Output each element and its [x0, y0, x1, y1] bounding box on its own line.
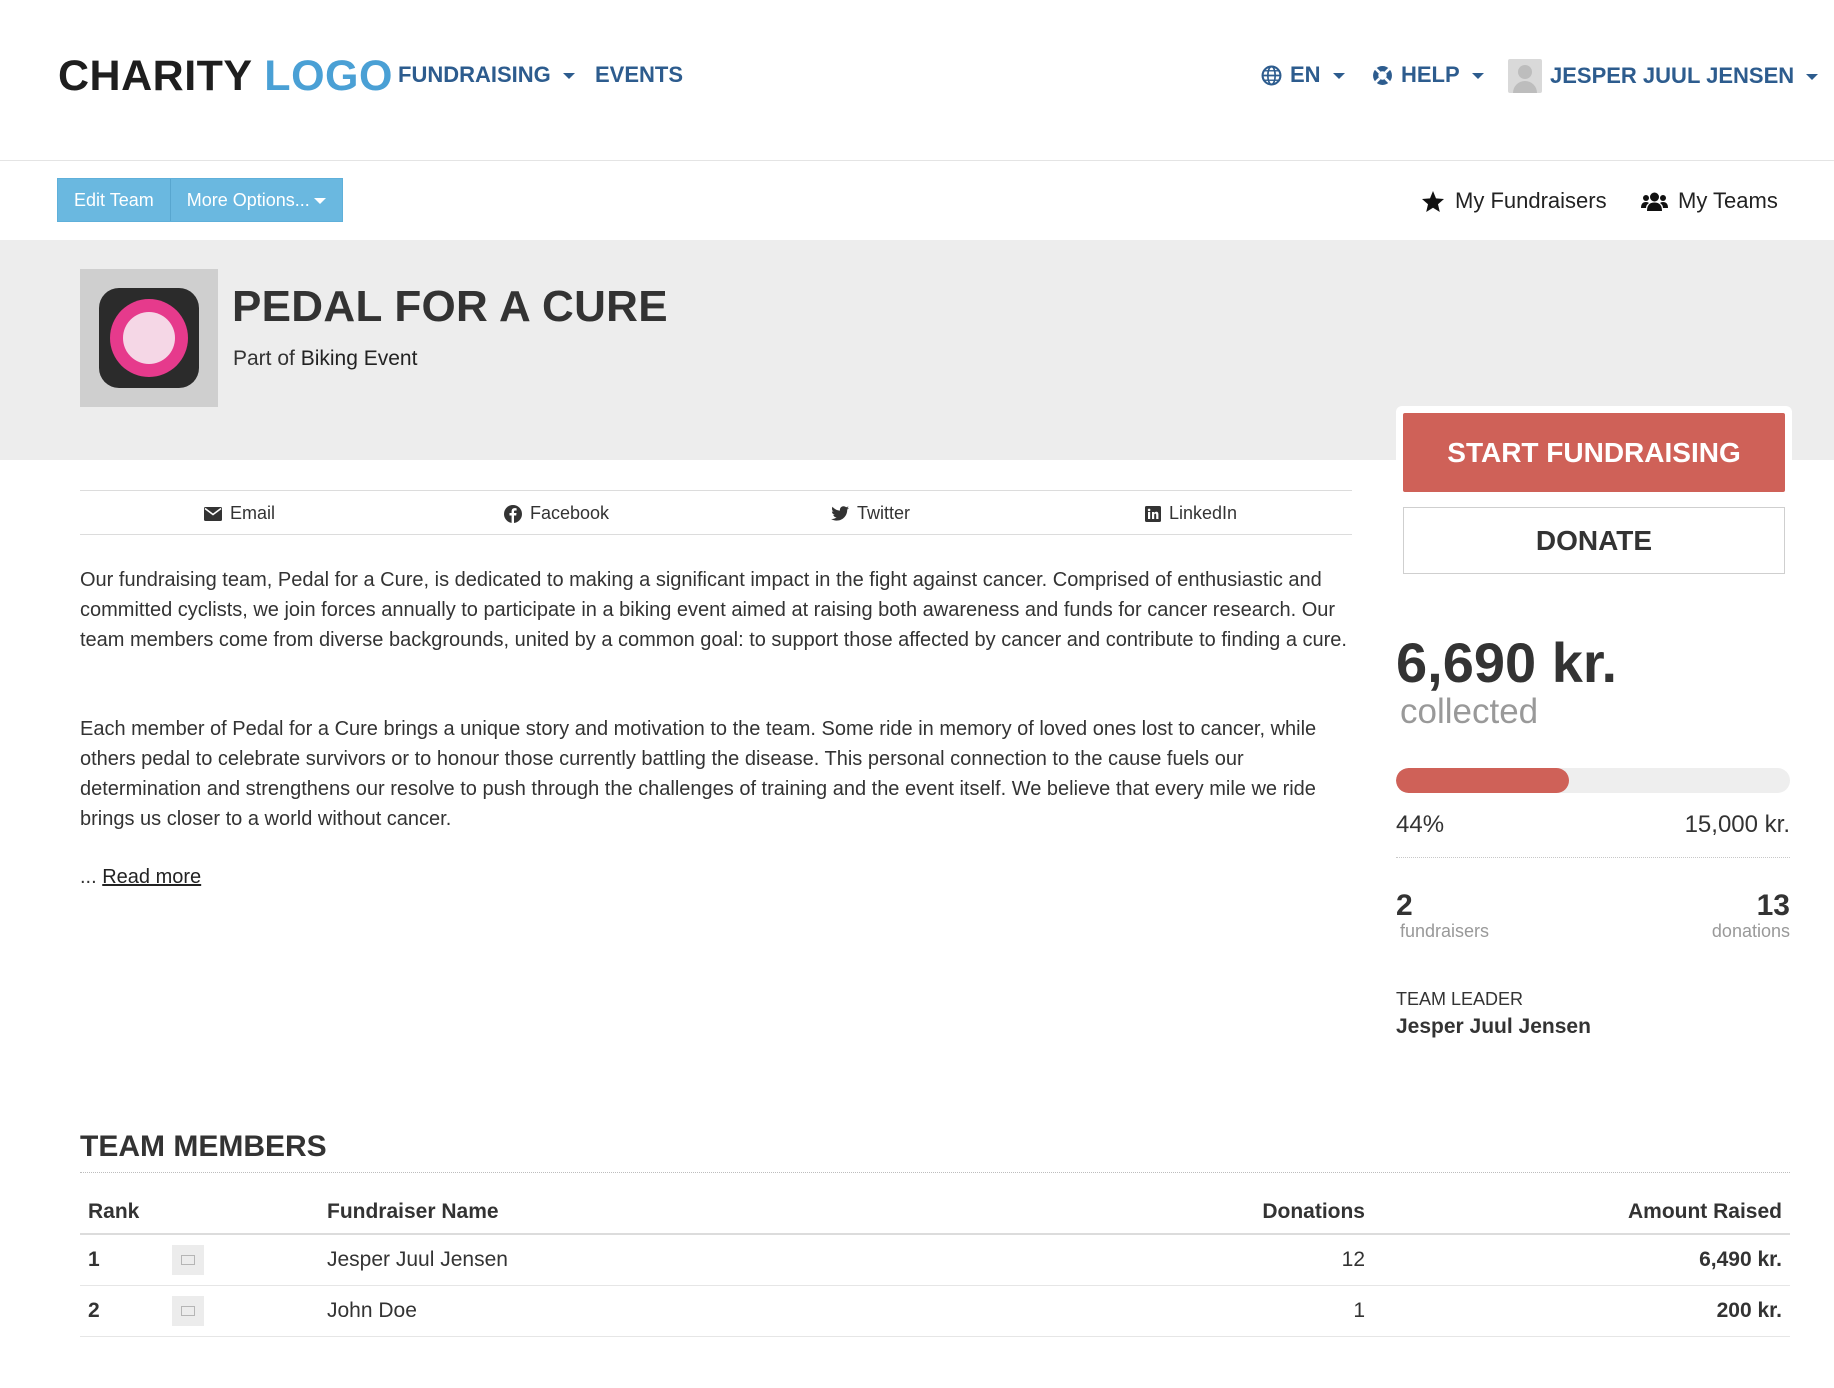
team-logo-badge	[99, 288, 199, 388]
team-members-table: Rank Fundraiser Name Donations Amount Ra…	[80, 1190, 1790, 1337]
column-header-avatar	[164, 1190, 319, 1235]
member-rank: 2	[80, 1285, 164, 1337]
share-linkedin-button[interactable]: LinkedIn	[1145, 503, 1237, 524]
edit-team-button[interactable]: Edit Team	[58, 179, 170, 221]
table-header-row: Rank Fundraiser Name Donations Amount Ra…	[80, 1190, 1790, 1235]
linkedin-icon	[1145, 505, 1161, 522]
team-members-divider	[80, 1172, 1790, 1173]
users-icon	[1641, 191, 1668, 212]
my-fundraisers-label: My Fundraisers	[1455, 188, 1607, 213]
facebook-icon	[504, 504, 522, 523]
donations-label: donations	[1711, 921, 1790, 941]
language-dropdown[interactable]: EN	[1261, 62, 1345, 88]
start-fundraising-button[interactable]: START FUNDRAISING	[1403, 413, 1785, 492]
share-email-button[interactable]: Email	[204, 503, 275, 524]
my-teams-link[interactable]: My Teams	[1641, 188, 1778, 214]
read-more-line: ... Read more	[80, 866, 201, 889]
team-logo-image	[80, 269, 218, 407]
column-header-donations[interactable]: Donations	[919, 1190, 1373, 1235]
progress-fill	[1396, 768, 1570, 793]
team-description-paragraph: Each member of Pedal for a Cure brings a…	[80, 718, 1317, 830]
user-avatar	[1508, 59, 1542, 93]
chevron-down-icon	[1806, 74, 1819, 80]
my-fundraisers-link[interactable]: My Fundraisers	[1421, 188, 1607, 214]
member-rank: 1	[80, 1234, 164, 1286]
collected-label: collected	[1400, 692, 1539, 731]
team-event-line: Part of Biking Event	[233, 347, 417, 371]
envelope-icon	[204, 506, 222, 521]
share-linkedin-label: LinkedIn	[1169, 503, 1238, 523]
collected-amount: 6,690 kr.	[1396, 631, 1618, 694]
image-placeholder-icon	[172, 1295, 204, 1326]
nav-events-link[interactable]: EVENTS	[595, 62, 683, 88]
member-donations: 12	[919, 1234, 1373, 1286]
progress-percent: 44%	[1396, 811, 1445, 838]
nav-fundraising-dropdown[interactable]: FUNDRAISING	[398, 62, 575, 88]
donations-count: 13	[1756, 889, 1790, 922]
donate-button[interactable]: DONATE	[1403, 507, 1785, 574]
part-of-prefix: Part of	[233, 347, 295, 370]
fundraisers-label: fundraisers	[1400, 921, 1490, 941]
logo-text-dark: CHARITY	[58, 52, 252, 100]
stats-divider	[1396, 857, 1790, 858]
language-label: EN	[1290, 62, 1321, 87]
team-logo-wheel	[110, 299, 188, 377]
team-leader-label: TEAM LEADER	[1396, 989, 1524, 1009]
star-icon	[1421, 190, 1445, 213]
share-email-label: Email	[230, 503, 276, 523]
nav-events-label: EVENTS	[595, 62, 684, 87]
share-facebook-button[interactable]: Facebook	[504, 503, 609, 524]
share-bar: Email Facebook Twitter LinkedIn	[80, 490, 1352, 535]
read-more-ellipsis: ...	[80, 866, 97, 888]
team-leader-name: Jesper Juul Jensen	[1396, 1015, 1591, 1038]
table-row[interactable]: 2 John Doe 1 200 kr.	[80, 1285, 1790, 1337]
more-options-dropdown[interactable]: More Options...	[169, 179, 342, 221]
lifebuoy-icon	[1372, 65, 1393, 86]
team-actions-button-group: Edit Team More Options...	[57, 178, 343, 222]
twitter-icon	[831, 506, 849, 521]
team-title: PEDAL FOR A CURE	[232, 282, 668, 331]
member-amount: 6,490 kr.	[1373, 1234, 1790, 1286]
team-description-paragraph: Our fundraising team, Pedal for a Cure, …	[80, 569, 1347, 651]
user-menu-dropdown[interactable]: JESPER JUUL JENSEN	[1508, 59, 1819, 93]
image-placeholder-icon	[172, 1244, 204, 1275]
member-donations: 1	[919, 1285, 1373, 1337]
fundraisers-count: 2	[1396, 889, 1413, 922]
chevron-down-icon	[1332, 73, 1345, 79]
column-header-amount[interactable]: Amount Raised	[1373, 1190, 1790, 1235]
logo-text-light: LOGO	[264, 52, 393, 100]
member-name[interactable]: Jesper Juul Jensen	[319, 1234, 919, 1286]
member-avatar-cell	[164, 1234, 319, 1286]
charity-logo[interactable]: CHARITY LOGO	[58, 52, 393, 101]
globe-icon	[1261, 65, 1282, 86]
top-navigation: CHARITY LOGO FUNDRAISING EVENTS EN HELP …	[0, 0, 1834, 161]
share-twitter-button[interactable]: Twitter	[831, 503, 910, 524]
chevron-down-icon	[1471, 73, 1484, 79]
team-members-title: TEAM MEMBERS	[80, 1130, 327, 1163]
table-row[interactable]: 1 Jesper Juul Jensen 12 6,490 kr.	[80, 1234, 1790, 1286]
member-amount: 200 kr.	[1373, 1285, 1790, 1337]
member-name[interactable]: John Doe	[319, 1285, 919, 1337]
my-teams-label: My Teams	[1678, 188, 1778, 213]
help-dropdown[interactable]: HELP	[1372, 62, 1484, 88]
column-header-rank[interactable]: Rank	[80, 1190, 164, 1235]
more-options-label: More Options...	[186, 190, 310, 210]
chevron-down-icon	[562, 73, 575, 79]
event-link[interactable]: Biking Event	[301, 347, 418, 370]
read-more-link[interactable]: Read more	[102, 866, 201, 888]
member-avatar-cell	[164, 1285, 319, 1337]
chevron-down-icon	[313, 198, 326, 204]
fundraising-goal: 15,000 kr.	[1684, 811, 1790, 838]
nav-fundraising-label: FUNDRAISING	[398, 62, 551, 87]
user-name-label: JESPER JUUL JENSEN	[1550, 63, 1795, 88]
fundraising-progress-bar	[1396, 768, 1790, 793]
column-header-name[interactable]: Fundraiser Name	[319, 1190, 919, 1235]
share-facebook-label: Facebook	[530, 503, 610, 523]
share-twitter-label: Twitter	[857, 503, 911, 523]
help-label: HELP	[1401, 62, 1460, 87]
